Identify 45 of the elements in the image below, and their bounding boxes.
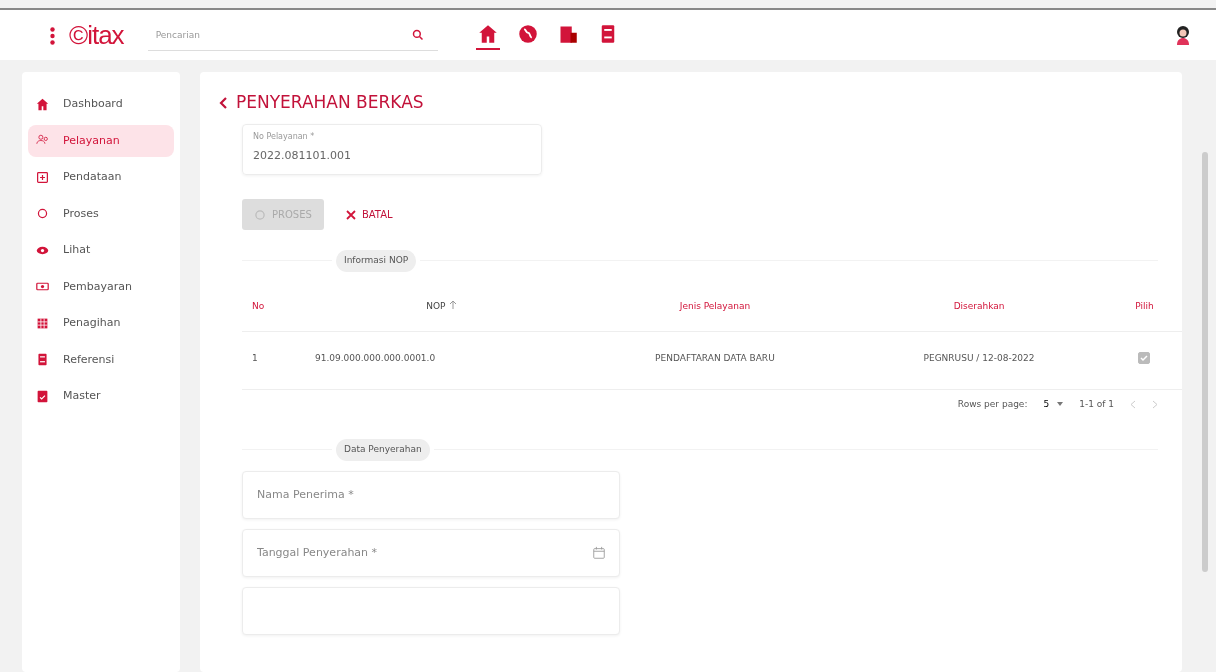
- page-range: 1-1 of 1: [1079, 397, 1114, 411]
- table-cell: 91.09.000.000.000.0001.0: [304, 331, 579, 389]
- sort-arrow-icon[interactable]: [449, 299, 458, 309]
- rows-per-page-select[interactable]: 5: [1043, 397, 1064, 411]
- avatar-icon[interactable]: [1174, 25, 1192, 45]
- menu-icon[interactable]: [50, 24, 55, 46]
- back-icon[interactable]: [218, 96, 228, 109]
- sidebar-item[interactable]: Pendataan: [28, 161, 174, 194]
- column-header[interactable]: NOP: [304, 281, 579, 332]
- calendar-icon: [592, 545, 606, 560]
- close-icon: [345, 209, 356, 220]
- sidebar-item[interactable]: Master: [28, 380, 174, 413]
- sidebar-item[interactable]: Referensi: [28, 343, 174, 376]
- sidebar-item[interactable]: Pelayanan: [28, 124, 174, 157]
- home-icon: [36, 97, 49, 111]
- column-header[interactable]: Diserahkan: [851, 281, 1107, 332]
- table-cell: PEGNRUSU / 12-08-2022: [851, 331, 1107, 389]
- sidebar-item[interactable]: Lihat: [28, 234, 174, 267]
- circle-icon: [254, 208, 266, 221]
- table-cell: 1: [242, 331, 305, 389]
- circle-icon: [36, 207, 49, 221]
- logo: ©itax: [69, 18, 124, 52]
- service-number-field[interactable]: No Pelayanan * 2022.081101.001: [242, 123, 542, 175]
- page-title: PENYERAHAN BERKAS: [236, 91, 424, 114]
- column-header[interactable]: No: [242, 281, 305, 332]
- sidebar-item[interactable]: Proses: [28, 197, 174, 230]
- scrollbar[interactable]: [1202, 152, 1208, 572]
- section-chip: Data Penyerahan: [336, 439, 430, 461]
- cancel-button[interactable]: BATAL: [339, 199, 399, 230]
- book-icon: [36, 353, 49, 367]
- plus-box-icon: [36, 170, 49, 184]
- column-header[interactable]: Jenis Pelayanan: [578, 281, 852, 332]
- document-icon: [36, 389, 49, 403]
- grid-icon: [36, 316, 49, 330]
- column-header[interactable]: Pilih: [1106, 281, 1182, 332]
- sidebar-item[interactable]: Dashboard: [28, 88, 174, 121]
- date-field[interactable]: Tanggal Penyerahan *: [242, 528, 620, 577]
- caret-icon: [1057, 402, 1064, 407]
- search-icon: [411, 29, 424, 41]
- rows-per-page-label: Rows per page:: [957, 397, 1028, 411]
- sidebar-item[interactable]: Penagihan: [28, 307, 174, 340]
- table-cell: PENDAFTARAN DATA BARU: [578, 331, 852, 389]
- section-chip: Informasi NOP: [336, 250, 417, 272]
- sidebar-item[interactable]: Pembayaran: [28, 270, 174, 303]
- input-field[interactable]: Nama Penerima *: [242, 470, 620, 519]
